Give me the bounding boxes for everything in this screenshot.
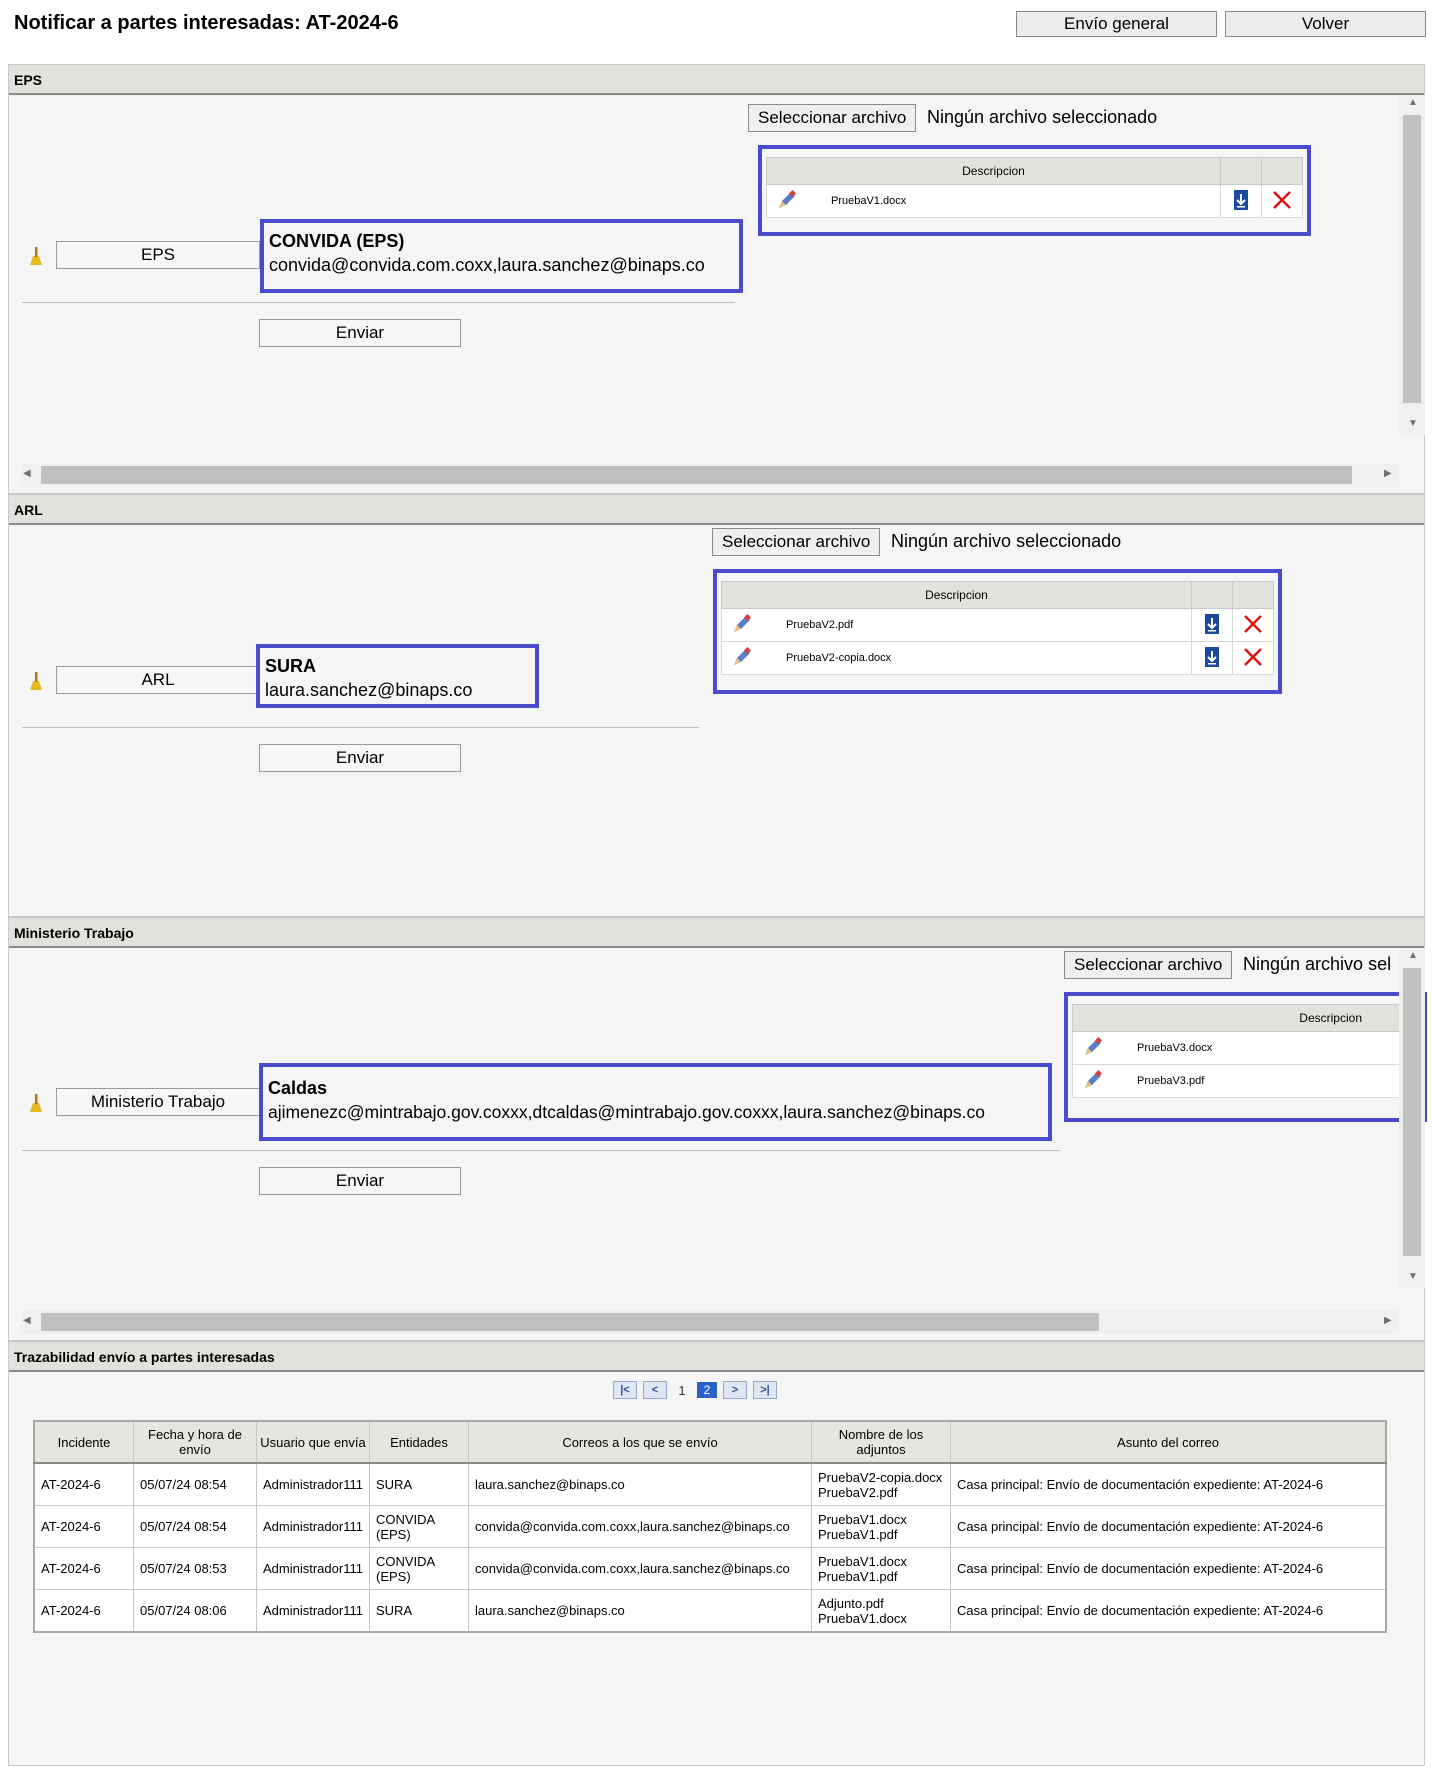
trace-header: Trazabilidad envío a partes interesadas (9, 1342, 1424, 1372)
broom-icon[interactable] (27, 1092, 45, 1114)
pencil-icon[interactable] (732, 647, 752, 667)
arl-panel: ARL ARL SURA laura.sanchez@binaps.co Env… (8, 494, 1425, 917)
eps-panel: EPS EPS CONVIDA (EPS) convida@convida.co… (8, 64, 1425, 494)
column-header: Fecha y hora de envío (133, 1420, 257, 1464)
arl-header: ARL (9, 495, 1424, 525)
pencil-icon[interactable] (777, 190, 797, 210)
pagination: |< < 1 2 > >| (613, 1381, 777, 1399)
arl-recipient-box: SURA laura.sanchez@binaps.co (256, 644, 539, 708)
scroll-thumb[interactable] (41, 1313, 1099, 1331)
file-name: PruebaV1.docx (831, 195, 907, 207)
general-send-button[interactable]: Envío general (1016, 11, 1217, 37)
back-button[interactable]: Volver (1225, 11, 1426, 37)
description-header: Descripcion (766, 157, 1221, 185)
arl-recipient-name: SURA (265, 656, 317, 676)
trace-panel: Trazabilidad envío a partes interesadas … (8, 1341, 1425, 1766)
eps-files-table: Descripcion PruebaV1.docx (766, 157, 1303, 218)
table-row[interactable]: AT-2024-6 05/07/24 08:54 Administrador11… (33, 1505, 1387, 1548)
divider (22, 302, 735, 303)
arl-no-file-text: Ningún archivo seleccionado (891, 531, 1122, 551)
entity-button-eps[interactable]: EPS (56, 241, 260, 269)
delete-icon[interactable] (1243, 614, 1263, 634)
arl-files-box: Descripcion PruebaV2.pdf PruebaV2-copia.… (713, 569, 1282, 694)
arl-files-table: Descripcion PruebaV2.pdf PruebaV2-copia.… (721, 581, 1274, 675)
scroll-thumb[interactable] (1403, 968, 1421, 1256)
table-row[interactable]: AT-2024-6 05/07/24 08:54 Administrador11… (33, 1462, 1387, 1506)
ministerio-recipient-box: Caldas ajimenezc@mintrabajo.gov.coxxx,dt… (259, 1063, 1052, 1141)
scroll-thumb[interactable] (41, 466, 1352, 484)
first-page-button[interactable]: |< (613, 1381, 637, 1399)
prev-page-button[interactable]: < (643, 1381, 667, 1399)
divider (22, 727, 699, 728)
eps-vertical-scrollbar[interactable]: ▲ ▼ (1399, 95, 1425, 435)
download-icon[interactable] (1233, 189, 1249, 210)
trace-table: Incidente Fecha y hora de envío Usuario … (33, 1420, 1387, 1633)
ministerio-header: Ministerio Trabajo (9, 918, 1424, 948)
table-row[interactable]: AT-2024-6 05/07/24 08:53 Administrador11… (33, 1547, 1387, 1590)
file-row: PruebaV2.pdf (721, 608, 1274, 642)
ministerio-no-file-text: Ningún archivo sel (1243, 954, 1392, 974)
column-header: Entidades (369, 1420, 469, 1464)
file-name: PruebaV3.docx (1137, 1042, 1213, 1054)
eps-recipient-emails: convida@convida.com.coxx,laura.sanchez@b… (269, 255, 705, 275)
file-name: PruebaV2-copia.docx (786, 652, 892, 664)
scroll-thumb[interactable] (1403, 115, 1421, 403)
last-page-button[interactable]: >| (753, 1381, 777, 1399)
description-header: Descripcion (721, 581, 1192, 609)
file-row: PruebaV3.pdf (1072, 1064, 1403, 1098)
eps-header: EPS (9, 65, 1424, 95)
eps-recipient-box: CONVIDA (EPS) convida@convida.com.coxx,l… (260, 219, 743, 293)
pencil-icon[interactable] (732, 614, 752, 634)
entity-button-ministerio[interactable]: Ministerio Trabajo (56, 1088, 260, 1116)
file-name: PruebaV3.pdf (1137, 1075, 1205, 1087)
column-header: Correos a los que se envío (468, 1420, 812, 1464)
page-title: Notificar a partes interesadas: AT-2024-… (14, 12, 399, 34)
ministerio-recipient-emails: ajimenezc@mintrabajo.gov.coxxx,dtcaldas@… (268, 1102, 986, 1122)
eps-send-button[interactable]: Enviar (259, 319, 461, 347)
ministerio-files-table: Descripcion PruebaV3.docx PruebaV3.pdf (1072, 1004, 1403, 1098)
delete-icon[interactable] (1243, 647, 1263, 667)
arl-send-button[interactable]: Enviar (259, 744, 461, 772)
entity-button-arl[interactable]: ARL (56, 666, 260, 694)
pencil-icon[interactable] (1083, 1070, 1103, 1090)
eps-select-file-button[interactable]: Seleccionar archivo (748, 104, 917, 132)
divider (22, 1150, 1060, 1151)
column-header: Nombre de los adjuntos (811, 1420, 951, 1464)
description-header: Descripcion (1072, 1004, 1403, 1032)
delete-icon[interactable] (1272, 190, 1292, 210)
broom-icon[interactable] (27, 245, 45, 267)
current-page: 2 (697, 1382, 717, 1398)
column-header: Asunto del correo (950, 1420, 1387, 1464)
download-icon[interactable] (1204, 646, 1220, 667)
ministerio-panel: Ministerio Trabajo Ministerio Trabajo Ca… (8, 917, 1427, 1341)
ministerio-select-file-button[interactable]: Seleccionar archivo (1064, 951, 1233, 979)
broom-icon[interactable] (27, 670, 45, 692)
ministerio-horizontal-scrollbar[interactable]: ◀ ▶ (21, 1310, 1399, 1334)
file-row: PruebaV1.docx (766, 184, 1303, 218)
eps-recipient-name: CONVIDA (EPS) (269, 231, 405, 251)
arl-select-file-button[interactable]: Seleccionar archivo (712, 528, 881, 556)
file-name: PruebaV2.pdf (786, 619, 854, 631)
download-icon[interactable] (1204, 613, 1220, 634)
ministerio-files-box: Descripcion PruebaV3.docx PruebaV3.pdf (1064, 992, 1427, 1122)
pencil-icon[interactable] (1083, 1037, 1103, 1057)
page-1-link[interactable]: 1 (673, 1383, 691, 1398)
eps-files-box: Descripcion PruebaV1.docx (758, 145, 1311, 236)
file-row: PruebaV3.docx (1072, 1031, 1403, 1065)
table-row[interactable]: AT-2024-6 05/07/24 08:06 Administrador11… (33, 1589, 1387, 1633)
column-header: Usuario que envía (256, 1420, 370, 1464)
file-row: PruebaV2-copia.docx (721, 641, 1274, 675)
eps-no-file-text: Ningún archivo seleccionado (927, 107, 1158, 127)
arl-recipient-emails: laura.sanchez@binaps.co (265, 680, 473, 700)
next-page-button[interactable]: > (723, 1381, 747, 1399)
ministerio-send-button[interactable]: Enviar (259, 1167, 461, 1195)
ministerio-recipient-name: Caldas (268, 1078, 328, 1098)
column-header: Incidente (33, 1420, 134, 1464)
ministerio-vertical-scrollbar[interactable]: ▲ ▼ (1399, 948, 1425, 1288)
eps-horizontal-scrollbar[interactable]: ◀ ▶ (21, 463, 1399, 487)
